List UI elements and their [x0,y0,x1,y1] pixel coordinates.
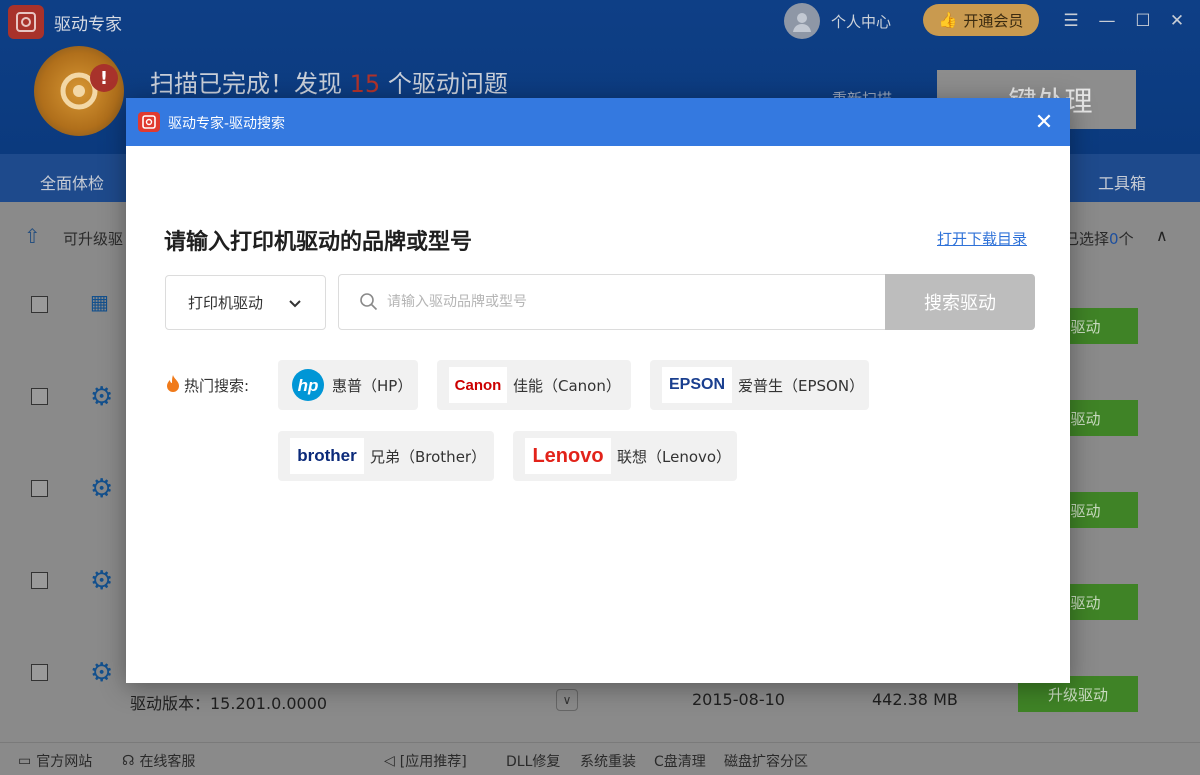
dialog-heading: 请输入打印机驱动的品牌或型号 [164,230,473,255]
app-logo-icon [8,5,44,39]
maximize-icon[interactable]: ☐ [1130,8,1156,34]
chevron-up-icon[interactable]: ∧ [1156,226,1168,245]
app-logo-icon [138,112,160,132]
network-card-icon: ▦ [90,290,109,314]
menu-icon[interactable]: ☰ [1058,8,1084,34]
vip-label: 开通会员 [963,11,1024,30]
app-recommend-link[interactable]: ◁ [应用推荐] [384,751,467,771]
dialog-titlebar: 驱动专家-驱动搜索 ✕ [126,98,1070,146]
user-avatar[interactable] [784,3,820,39]
close-icon[interactable]: ✕ [1030,108,1058,136]
gear-icon: ⚙ [90,382,114,412]
gear-icon: ⚙ [90,474,114,504]
driver-search-dialog: 驱动专家-驱动搜索 ✕ 请输入打印机驱动的品牌或型号 打开下载目录 打印机驱动 … [126,98,1070,683]
scan-prefix: 扫描已完成！发现 [150,70,342,98]
hot-search-label: 热门搜索: [166,374,249,396]
row-checkbox[interactable] [31,388,48,405]
chevron-down-icon[interactable]: ∨ [556,689,578,711]
driver-version: 驱动版本：15.201.0.0000 [130,694,328,713]
headset-icon: ☊ [122,753,135,769]
brand-chip-canon[interactable]: Canon 佳能（Canon） [437,360,631,410]
search-input[interactable] [387,287,867,317]
epson-logo: EPSON [662,367,732,403]
app-title: 驱动专家 [54,15,122,35]
selected-prefix: 已选择 [1064,230,1110,248]
selected-count: 0 [1109,230,1119,248]
brand-chip-hp[interactable]: hp 惠普（HP） [278,360,418,410]
search-box: 搜索驱动 [338,274,1035,330]
lenovo-logo: Lenovo [525,438,611,474]
row-checkbox[interactable] [31,664,48,681]
canon-logo: Canon [449,367,507,403]
upgradable-drivers-label: 可升级驱 [63,230,124,248]
minimize-icon[interactable]: — [1094,8,1120,34]
chevron-down-icon [288,294,302,313]
hp-logo-icon: hp [290,367,326,403]
monitor-icon: ▭ [18,753,32,769]
online-support-link[interactable]: ☊ 在线客服 [122,751,195,771]
alert-icon: ! [90,64,118,92]
row-checkbox[interactable] [31,296,48,313]
brand-chip-epson[interactable]: EPSON 爱普生（EPSON） [650,360,869,410]
close-icon[interactable]: ✕ [1164,8,1190,34]
system-reinstall-link[interactable]: 系统重装 [580,751,636,771]
row-checkbox[interactable] [31,480,48,497]
vip-button[interactable]: 👍 开通会员 [923,4,1039,36]
brand-name: 惠普（HP） [332,376,413,395]
open-download-folder-link[interactable]: 打开下载目录 [937,228,1027,249]
brand-name: 兄弟（Brother） [370,447,487,466]
disk-partition-link[interactable]: 磁盘扩容分区 [724,751,808,771]
hp-logo-text: hp [298,376,319,395]
brand-chip-brother[interactable]: brother 兄弟（Brother） [278,431,494,481]
upgrade-arrow-icon: ⇧ [24,224,41,248]
online-support-label: 在线客服 [139,754,196,770]
thumbs-up-icon: 👍 [938,11,958,29]
dialog-title: 驱动专家-驱动搜索 [168,116,286,132]
selected-summary: 已选择0个 [1064,228,1134,249]
selected-suffix: 个 [1118,230,1134,248]
scan-status-text: 扫描已完成！发现 15 个驱动问题 [150,64,508,99]
search-icon [359,292,379,316]
official-site-link[interactable]: ▭ 官方网站 [18,751,92,771]
app-recommend-label: [应用推荐] [399,754,467,770]
fire-icon [166,374,180,396]
driver-date: 2015-08-10 [692,690,785,709]
hot-search-text: 热门搜索: [184,376,250,395]
driver-type-value: 打印机驱动 [188,294,264,312]
user-center-link[interactable]: 个人中心 [831,11,891,32]
driver-type-select[interactable]: 打印机驱动 [165,275,326,330]
official-site-label: 官方网站 [36,754,93,770]
brand-chip-lenovo[interactable]: Lenovo 联想（Lenovo） [513,431,737,481]
brother-logo: brother [290,438,364,474]
brand-name: 爱普生（EPSON） [738,376,865,395]
c-drive-clean-link[interactable]: C盘清理 [654,751,706,771]
megaphone-icon: ◁ [384,753,395,769]
nav-item-full-check[interactable]: 全面体检 [40,170,104,194]
driver-size: 442.38 MB [872,690,958,709]
brand-name: 佳能（Canon） [513,376,621,395]
gear-icon: ⚙ [90,566,114,596]
gear-icon: ⚙ [90,658,114,688]
status-bar: ▭ 官方网站 ☊ 在线客服 ◁ [应用推荐] DLL修复 系统重装 C盘清理 磁盘扩容… [0,742,1200,775]
problem-count: 15 [349,70,381,98]
search-driver-button[interactable]: 搜索驱动 [885,274,1035,330]
nav-item-toolbox[interactable]: 工具箱 [1098,170,1146,194]
scan-result-icon [34,46,124,136]
row-checkbox[interactable] [31,572,48,589]
scan-suffix: 个驱动问题 [387,70,508,98]
brand-name: 联想（Lenovo） [617,447,732,466]
dll-repair-link[interactable]: DLL修复 [506,751,560,771]
